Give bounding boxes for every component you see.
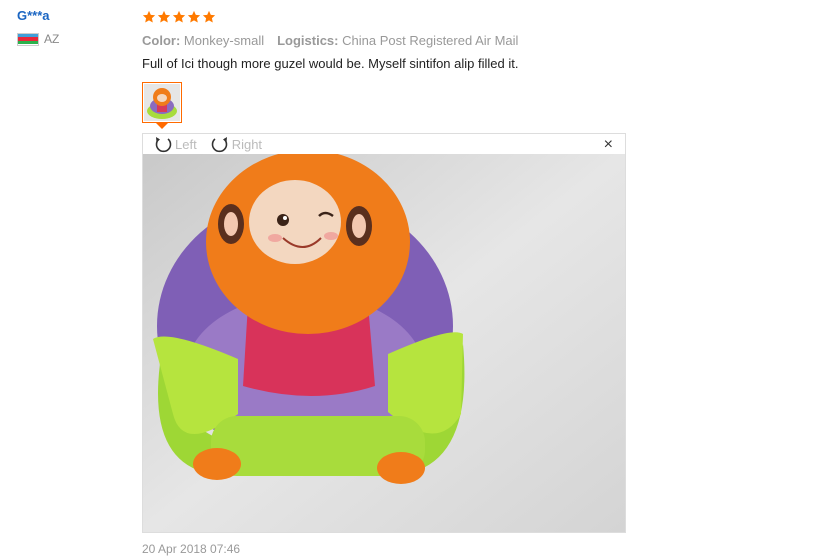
star-icon [142,10,156,23]
review-date: 20 Apr 2018 07:46 [142,542,241,556]
rotate-left-button[interactable]: Left [153,134,197,154]
review-meta: Color: Monkey-small Logistics: China Pos… [142,33,822,48]
photo-viewer: Left Right × [142,133,626,533]
review-photo-thumbnail[interactable] [142,82,182,123]
star-rating [142,8,822,26]
rotate-left-icon [155,137,172,153]
viewer-toolbar: Left Right × [143,134,625,154]
reviewer-info: G***a AZ [17,8,59,46]
color-value: Monkey-small [183,33,265,48]
star-icon [202,10,216,23]
color-label: Color: [142,33,181,48]
review-body: Color: Monkey-small Logistics: China Pos… [142,8,822,71]
close-viewer-button[interactable]: × [604,137,613,153]
logistics-label: Logistics: [277,33,339,48]
review-text: Full of Ici though more guzel would be. … [142,56,519,71]
rotate-right-icon [211,137,227,153]
logistics-attribute: Logistics: China Post Registered Air Mai… [277,33,518,48]
thumbnail-pointer [156,123,168,129]
star-icon [172,10,186,23]
azerbaijan-flag-icon [17,32,39,46]
logistics-value: China Post Registered Air Mail [342,33,519,48]
country-code: AZ [44,32,60,46]
star-icon [187,10,201,23]
star-icon [157,10,171,23]
reviewer-country: AZ [17,32,59,46]
review-photo [143,154,625,532]
thumbnail-image [144,84,180,121]
rotate-right-button[interactable]: Right [210,134,262,154]
reviewer-name[interactable]: G***a [17,8,59,23]
rotate-right-label: Right [231,136,263,152]
color-attribute: Color: Monkey-small [142,33,264,48]
rotate-left-label: Left [175,136,197,152]
